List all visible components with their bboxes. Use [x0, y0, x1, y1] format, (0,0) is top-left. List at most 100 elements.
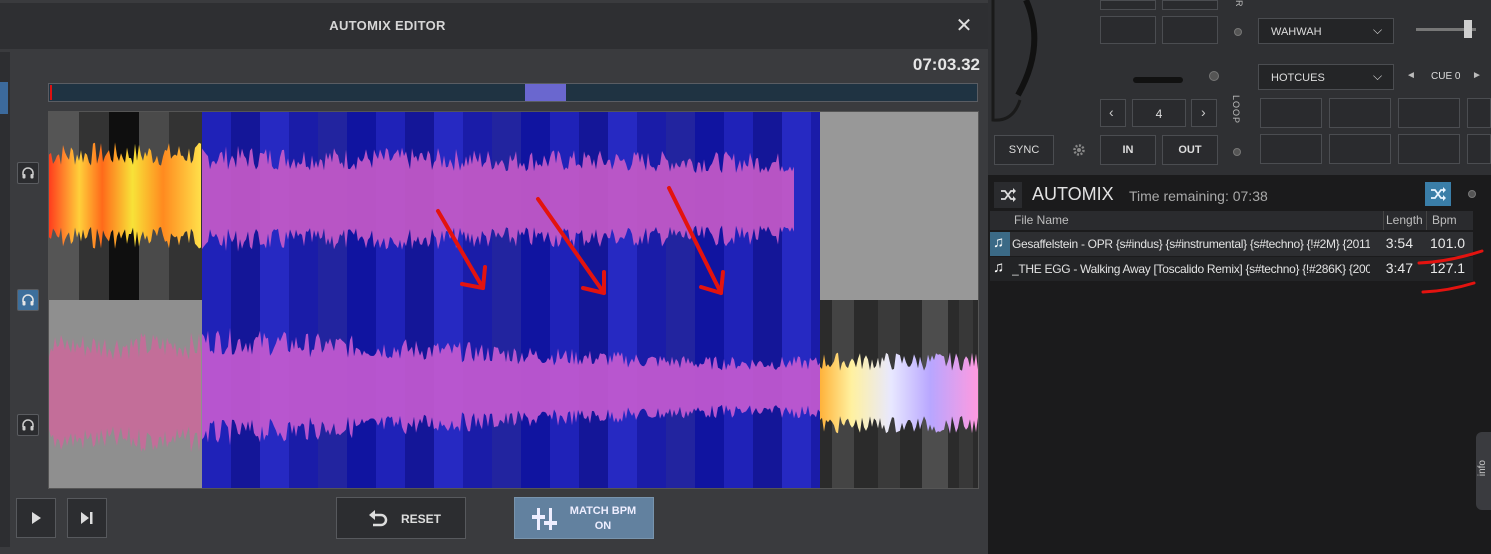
- track-length: 3:47: [1385, 260, 1413, 276]
- shuffle-icon: [1431, 187, 1446, 201]
- cue-label: CUE 0: [1431, 71, 1461, 82]
- automix-title: AUTOMIX: [1032, 184, 1114, 204]
- track1-end-region: [820, 112, 978, 300]
- fx-label: R: [1234, 0, 1244, 8]
- annotation-underline: [1421, 281, 1476, 294]
- headphone-button-deck2[interactable]: [17, 414, 39, 436]
- play-button[interactable]: [16, 498, 56, 538]
- loop-label: LOOP: [1231, 95, 1241, 125]
- effect-select-value: WAHWAH: [1271, 26, 1322, 38]
- loop-led: [1233, 148, 1241, 156]
- automix-led: [1468, 190, 1476, 198]
- pad-top-3[interactable]: [1100, 16, 1156, 44]
- automix-column-header: File Name Length Bpm: [990, 211, 1473, 230]
- pad-top-4[interactable]: [1162, 16, 1218, 44]
- hotcue-pad[interactable]: [1329, 134, 1391, 164]
- hotcue-pad[interactable]: [1260, 134, 1322, 164]
- editor-title: AUTOMIX EDITOR: [329, 18, 446, 33]
- track-name: Gesaffelstein - OPR {s#indus} {s#instrum…: [1012, 237, 1370, 251]
- shuffle-toggle[interactable]: [994, 182, 1022, 208]
- loop-size-value: 4: [1155, 107, 1163, 121]
- chevron-left-icon[interactable]: ◄: [1406, 70, 1416, 81]
- fx-led: [1234, 28, 1242, 36]
- hotcue-pad[interactable]: [1467, 98, 1491, 128]
- time-display: 07:03.32: [912, 55, 980, 74]
- overview-position-marker: [50, 85, 52, 100]
- sync-label: SYNC: [1008, 144, 1040, 156]
- deck-controls: R WAHWAH ⌵ LOOP HOTCUES ⌵ ◄ CUE 0 ► ‹ 4 …: [988, 0, 1491, 175]
- chevron-down-icon: ⌵: [1373, 69, 1383, 83]
- pitch-bar[interactable]: [1133, 77, 1183, 83]
- skip-next-button[interactable]: [67, 498, 107, 538]
- loop-size-display: 4: [1132, 99, 1186, 127]
- annotation-underlines: [1417, 249, 1484, 294]
- column-divider: [1426, 211, 1427, 230]
- headphone-button-mix[interactable]: [17, 289, 39, 311]
- hotcue-pad[interactable]: [1398, 134, 1460, 164]
- loop-increase-button[interactable]: ›: [1191, 99, 1217, 127]
- left-strip: [0, 52, 10, 547]
- music-note-icon: ♫: [993, 234, 1005, 251]
- effect-slider[interactable]: [1416, 14, 1476, 44]
- headphones-icon: [22, 419, 34, 431]
- track-name: _THE EGG - Walking Away [Toscalido Remix…: [1012, 262, 1370, 276]
- chevron-left-icon: ‹: [1109, 104, 1114, 120]
- pad-top-2[interactable]: [1162, 0, 1218, 10]
- annotation-underline: [1417, 249, 1484, 265]
- waveform-canvas[interactable]: [49, 112, 978, 488]
- close-button[interactable]: ✕: [952, 14, 976, 38]
- loop-out-button[interactable]: OUT: [1162, 135, 1218, 165]
- automix-panel: AUTOMIX Time remaining: 07:38 File Name …: [988, 178, 1491, 554]
- hotcue-pad[interactable]: [1329, 98, 1391, 128]
- overview-view-window[interactable]: [525, 84, 566, 101]
- track-icon-box: ♫: [990, 232, 1010, 256]
- hotcue-pad[interactable]: [1260, 98, 1322, 128]
- chevron-right-icon[interactable]: ►: [1472, 70, 1482, 81]
- reset-label: RESET: [401, 512, 442, 526]
- overview-bar[interactable]: [48, 83, 978, 102]
- automix-shuffle-button[interactable]: [1425, 182, 1451, 206]
- column-bpm[interactable]: Bpm: [1432, 213, 1457, 227]
- loop-out-label: OUT: [1178, 144, 1202, 156]
- hotcues-select-value: HOTCUES: [1271, 72, 1325, 84]
- automix-editor-window: AUTOMIX EDITOR ✕ 07:03.32 RESET MATCH BP…: [0, 0, 988, 554]
- track-length: 3:54: [1385, 235, 1413, 251]
- time-remaining: Time remaining: 07:38: [1129, 188, 1268, 204]
- hotcues-select[interactable]: HOTCUES ⌵: [1258, 64, 1394, 90]
- overlap-stripe: [782, 112, 811, 488]
- headphone-button-deck1[interactable]: [17, 162, 39, 184]
- waveform-area[interactable]: [48, 111, 979, 489]
- column-file-name[interactable]: File Name: [1014, 213, 1069, 227]
- effect-select[interactable]: WAHWAH ⌵: [1258, 18, 1394, 44]
- skip-next-icon: [81, 512, 93, 524]
- track-row[interactable]: ♫ _THE EGG - Walking Away [Toscalido Rem…: [990, 257, 1473, 281]
- gear-icon[interactable]: [1072, 143, 1086, 157]
- reset-button[interactable]: RESET: [336, 497, 466, 539]
- loop-decrease-button[interactable]: ‹: [1100, 99, 1126, 127]
- headphones-icon: [22, 167, 34, 179]
- play-icon: [32, 512, 41, 524]
- sync-button[interactable]: SYNC: [994, 135, 1054, 165]
- left-strip-accent: [0, 82, 8, 114]
- chevron-right-icon: ›: [1201, 104, 1206, 120]
- pad-top-1[interactable]: [1100, 0, 1156, 10]
- match-bpm-label: MATCH BPM: [569, 505, 637, 517]
- track-row[interactable]: ♫ Gesaffelstein - OPR {s#indus} {s#instr…: [990, 232, 1473, 256]
- headphones-icon: [22, 294, 34, 306]
- column-divider: [1383, 211, 1384, 230]
- loop-in-label: IN: [1122, 144, 1134, 156]
- deck-led: [1209, 71, 1219, 81]
- close-icon: ✕: [955, 15, 973, 37]
- track2-waveform: [820, 352, 978, 434]
- shuffle-icon: [1001, 188, 1016, 202]
- hotcue-pad[interactable]: [1467, 134, 1491, 164]
- undo-icon: [369, 510, 388, 527]
- match-bpm-state: ON: [594, 520, 612, 532]
- match-bpm-button[interactable]: MATCH BPM ON: [514, 497, 654, 539]
- info-tab-label: info: [1477, 460, 1488, 477]
- jog-wheel[interactable]: [988, 0, 1068, 135]
- hotcue-pad[interactable]: [1398, 98, 1460, 128]
- column-length[interactable]: Length: [1386, 213, 1423, 227]
- music-note-icon: ♫: [993, 259, 1005, 276]
- loop-in-button[interactable]: IN: [1100, 135, 1156, 165]
